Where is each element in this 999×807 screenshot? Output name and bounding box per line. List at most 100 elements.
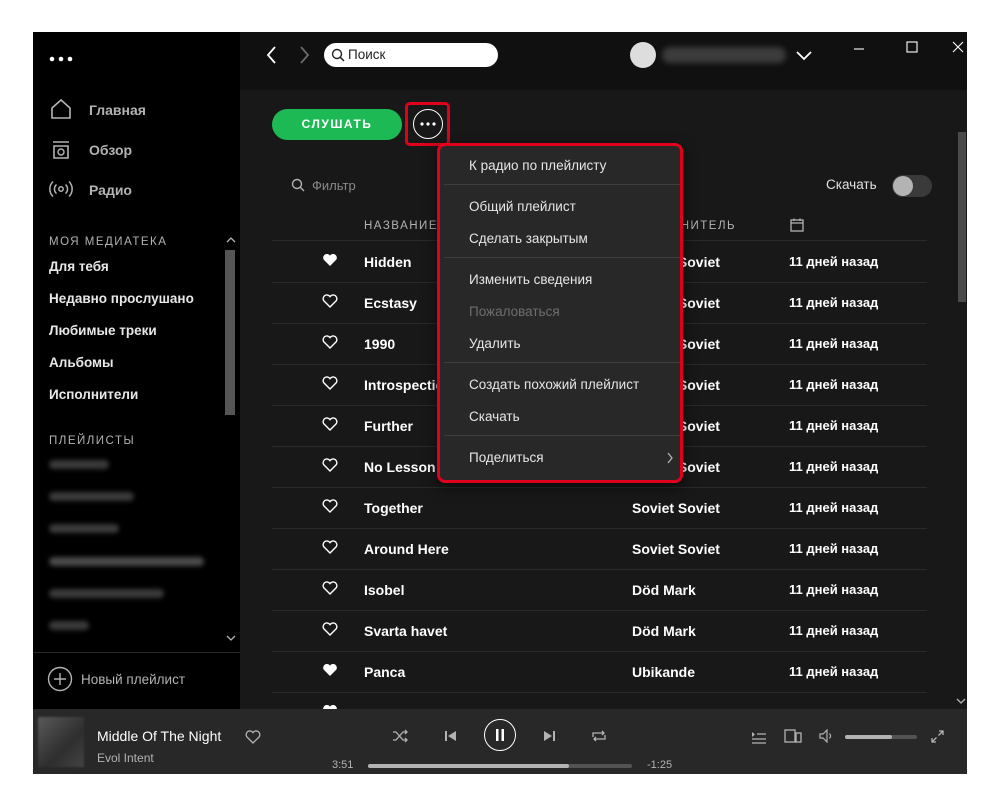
track-row-partial[interactable]: [272, 692, 927, 709]
playlist-item-blurred[interactable]: [49, 524, 119, 533]
more-icon: [420, 122, 436, 126]
back-icon[interactable]: [265, 45, 279, 65]
album-art[interactable]: [38, 717, 84, 767]
playlist-item-blurred[interactable]: [49, 621, 89, 630]
nav-radio[interactable]: Радио: [47, 176, 227, 204]
heart-icon[interactable]: [322, 253, 338, 267]
close-icon[interactable]: [951, 40, 965, 54]
heart-icon[interactable]: [322, 663, 338, 677]
scroll-down-icon[interactable]: [226, 634, 236, 642]
track-title[interactable]: Panca: [364, 664, 405, 680]
download-toggle[interactable]: [892, 175, 932, 197]
playlist-item-blurred[interactable]: [49, 589, 164, 598]
menu-playlist-radio[interactable]: К радио по плейлисту: [469, 158, 606, 173]
play-button[interactable]: СЛУШАТЬ: [272, 109, 402, 140]
menu-edit-details[interactable]: Изменить сведения: [469, 272, 592, 287]
calendar-icon[interactable]: [790, 218, 804, 232]
heart-icon[interactable]: [322, 376, 338, 390]
menu-create-similar[interactable]: Создать похожий плейлист: [469, 377, 639, 392]
track-artist[interactable]: Död Mark: [632, 623, 696, 639]
new-playlist-button[interactable]: Новый плейлист: [47, 666, 217, 692]
now-playing-title[interactable]: Middle Of The Night: [97, 728, 221, 744]
heart-icon[interactable]: [322, 417, 338, 431]
sidebar-scrollbar[interactable]: [225, 250, 235, 415]
menu-make-secret[interactable]: Сделать закрытым: [469, 231, 588, 246]
chevron-down-icon[interactable]: [795, 49, 813, 61]
library-artists[interactable]: Исполнители: [49, 387, 138, 402]
track-title[interactable]: No Lesson: [364, 459, 436, 475]
filter-input[interactable]: Фильтр: [312, 178, 356, 193]
menu-share[interactable]: Поделиться: [469, 450, 544, 465]
volume-slider[interactable]: [845, 735, 917, 739]
playlist-item-blurred[interactable]: [49, 492, 134, 501]
track-title[interactable]: Further: [364, 418, 413, 434]
new-playlist-label: Новый плейлист: [81, 672, 186, 687]
devices-icon[interactable]: [784, 729, 802, 744]
table-row[interactable]: Svarta havet Död Mark 11 дней назад: [272, 610, 927, 652]
table-row[interactable]: Panca Ubikande 11 дней назад: [272, 651, 927, 693]
shuffle-icon[interactable]: [392, 729, 408, 743]
track-title[interactable]: Isobel: [364, 582, 404, 598]
track-title[interactable]: Around Here: [364, 541, 449, 557]
main-scroll-down-icon[interactable]: [956, 697, 966, 705]
progress-bar[interactable]: [368, 764, 632, 768]
table-row[interactable]: Isobel Död Mark 11 дней назад: [272, 569, 927, 611]
library-recent[interactable]: Недавно прослушано: [49, 291, 194, 306]
heart-icon[interactable]: [322, 540, 338, 554]
next-icon[interactable]: [542, 730, 556, 742]
fullscreen-icon[interactable]: [931, 730, 944, 743]
menu-separator: [444, 362, 680, 363]
menu-collaborative-playlist[interactable]: Общий плейлист: [469, 199, 576, 214]
minimize-icon[interactable]: [852, 42, 866, 56]
radio-icon: [49, 180, 73, 198]
track-artist[interactable]: Ubikande: [632, 664, 695, 680]
username-blurred[interactable]: [662, 47, 786, 63]
menu-separator: [444, 435, 680, 436]
more-options-button[interactable]: [413, 109, 443, 139]
library-albums[interactable]: Альбомы: [49, 355, 114, 370]
nav-browse[interactable]: Обзор: [47, 136, 227, 164]
search-icon: [331, 48, 345, 62]
track-artist[interactable]: Död Mark: [632, 582, 696, 598]
maximize-icon[interactable]: [905, 40, 919, 54]
app-menu-icon[interactable]: [49, 56, 73, 62]
column-title[interactable]: НАЗВАНИЕ: [364, 220, 438, 232]
now-playing-artist[interactable]: Evol Intent: [97, 751, 154, 765]
home-icon: [51, 98, 71, 119]
track-title[interactable]: Svarta havet: [364, 623, 447, 639]
queue-icon[interactable]: [751, 730, 767, 744]
heart-icon[interactable]: [322, 499, 338, 513]
menu-delete[interactable]: Удалить: [469, 336, 521, 351]
nav-home[interactable]: Главная: [47, 96, 227, 124]
main-scrollbar[interactable]: [958, 132, 966, 302]
library-for-you[interactable]: Для тебя: [49, 259, 109, 274]
track-artist[interactable]: Soviet Soviet: [632, 541, 720, 557]
track-title[interactable]: Ecstasy: [364, 295, 417, 311]
playlist-item-blurred[interactable]: [49, 557, 204, 566]
avatar[interactable]: [630, 42, 656, 68]
table-row[interactable]: Together Soviet Soviet 11 дней назад: [272, 487, 927, 529]
scroll-up-icon[interactable]: [226, 236, 236, 244]
forward-icon[interactable]: [297, 45, 311, 65]
heart-icon[interactable]: [322, 622, 338, 636]
track-title[interactable]: Hidden: [364, 254, 411, 270]
heart-icon[interactable]: [322, 581, 338, 595]
menu-download[interactable]: Скачать: [469, 409, 520, 424]
volume-icon[interactable]: [819, 729, 835, 743]
heart-icon[interactable]: [245, 730, 261, 744]
heart-icon[interactable]: [322, 458, 338, 472]
playlist-item-blurred[interactable]: [49, 460, 109, 469]
heart-icon[interactable]: [322, 335, 338, 349]
pause-button[interactable]: [484, 719, 516, 751]
table-row[interactable]: Around Here Soviet Soviet 11 дней назад: [272, 528, 927, 570]
track-artist[interactable]: Soviet Soviet: [632, 500, 720, 516]
search-input[interactable]: Поиск: [324, 43, 498, 67]
track-title[interactable]: 1990: [364, 336, 395, 352]
track-date-added: 11 дней назад: [789, 295, 879, 310]
track-title[interactable]: Together: [364, 500, 423, 516]
volume-fill: [845, 735, 892, 739]
heart-icon[interactable]: [322, 294, 338, 308]
repeat-icon[interactable]: [591, 729, 607, 743]
library-liked-songs[interactable]: Любимые треки: [49, 323, 157, 338]
previous-icon[interactable]: [444, 730, 458, 742]
